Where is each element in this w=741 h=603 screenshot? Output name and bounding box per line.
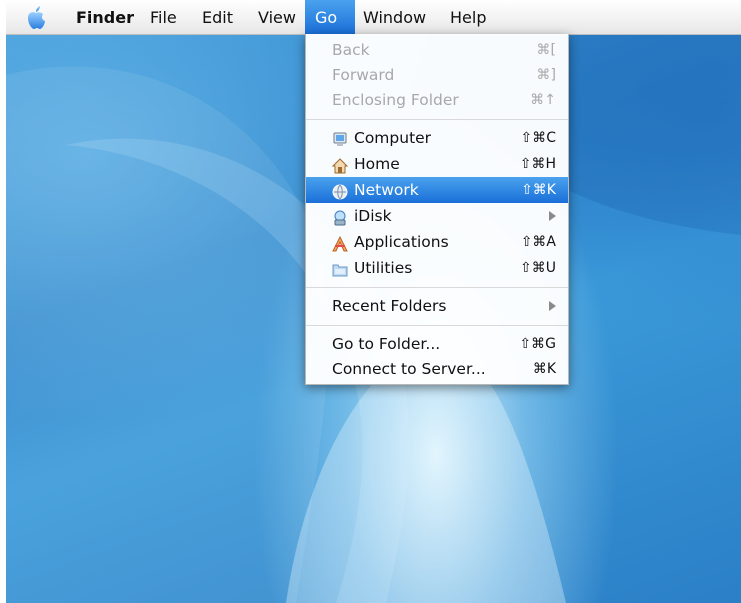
menu-item-shortcut: ⌘] bbox=[536, 67, 556, 83]
apple-logo-icon[interactable] bbox=[24, 5, 50, 31]
applications-icon bbox=[332, 234, 348, 252]
menu-item-label: Enclosing Folder bbox=[332, 91, 459, 109]
network-globe-icon bbox=[332, 182, 348, 200]
menu-separator bbox=[306, 287, 568, 288]
menu-help[interactable]: Help bbox=[444, 0, 492, 34]
menu-item-computer[interactable]: Computer ⇧⌘C bbox=[306, 125, 568, 151]
menu-item-label: Connect to Server... bbox=[332, 360, 486, 378]
menu-item-idisk[interactable]: iDisk bbox=[306, 203, 568, 229]
menu-item-label: Recent Folders bbox=[332, 297, 447, 315]
menu-item-network[interactable]: Network ⇧⌘K bbox=[306, 177, 568, 203]
submenu-arrow-icon bbox=[549, 301, 556, 311]
menu-separator bbox=[306, 325, 568, 326]
menu-item-shortcut: ⇧⌘U bbox=[520, 260, 556, 276]
menu-item-label: Applications bbox=[354, 233, 449, 251]
menu-item-shortcut: ⇧⌘K bbox=[521, 182, 556, 198]
menu-item-shortcut: ⌘↑ bbox=[530, 92, 556, 108]
menu-item-label: Network bbox=[354, 181, 419, 199]
menu-item-forward: Forward ⌘] bbox=[306, 62, 568, 88]
menu-item-shortcut: ⇧⌘C bbox=[520, 130, 556, 146]
menu-item-label: Computer bbox=[354, 129, 432, 147]
go-menu-dropdown: Back ⌘[ Forward ⌘] Enclosing Folder ⌘↑ C… bbox=[305, 34, 569, 385]
menu-item-connect-to-server[interactable]: Connect to Server... ⌘K bbox=[306, 356, 568, 382]
menu-item-label: Back bbox=[332, 41, 370, 59]
menu-bar: Finder File Edit View Go Window Help bbox=[6, 0, 741, 35]
computer-icon bbox=[332, 130, 348, 146]
menu-item-go-to-folder[interactable]: Go to Folder... ⇧⌘G bbox=[306, 331, 568, 357]
menu-item-label: iDisk bbox=[354, 207, 392, 225]
menu-item-shortcut: ⇧⌘G bbox=[519, 336, 556, 352]
menu-item-shortcut: ⌘K bbox=[532, 361, 556, 377]
menu-file[interactable]: File bbox=[144, 0, 183, 34]
menu-finder[interactable]: Finder bbox=[70, 0, 140, 34]
menu-item-home[interactable]: Home ⇧⌘H bbox=[306, 151, 568, 177]
menu-separator bbox=[306, 119, 568, 120]
menu-edit[interactable]: Edit bbox=[196, 0, 239, 34]
screen: Finder File Edit View Go Window Help Bac… bbox=[6, 0, 741, 603]
menu-window[interactable]: Window bbox=[357, 0, 432, 34]
menu-item-label: Home bbox=[354, 155, 400, 173]
menu-item-enclosing-folder: Enclosing Folder ⌘↑ bbox=[306, 87, 568, 113]
menu-item-back: Back ⌘[ bbox=[306, 37, 568, 63]
menu-item-shortcut: ⌘[ bbox=[536, 42, 556, 58]
utilities-folder-icon bbox=[332, 260, 348, 277]
menu-item-shortcut: ⇧⌘H bbox=[519, 156, 556, 172]
menu-view[interactable]: View bbox=[252, 0, 302, 34]
menu-item-label: Go to Folder... bbox=[332, 335, 441, 353]
menu-item-label: Utilities bbox=[354, 259, 413, 277]
menu-item-applications[interactable]: Applications ⇧⌘A bbox=[306, 229, 568, 255]
home-icon bbox=[331, 156, 349, 174]
submenu-arrow-icon bbox=[549, 211, 556, 221]
menu-item-shortcut: ⇧⌘A bbox=[520, 234, 556, 250]
idisk-icon bbox=[332, 208, 348, 226]
menu-item-recent-folders[interactable]: Recent Folders bbox=[306, 293, 568, 319]
menu-item-utilities[interactable]: Utilities ⇧⌘U bbox=[306, 255, 568, 281]
menu-item-label: Forward bbox=[332, 66, 395, 84]
menu-go[interactable]: Go bbox=[305, 0, 355, 34]
